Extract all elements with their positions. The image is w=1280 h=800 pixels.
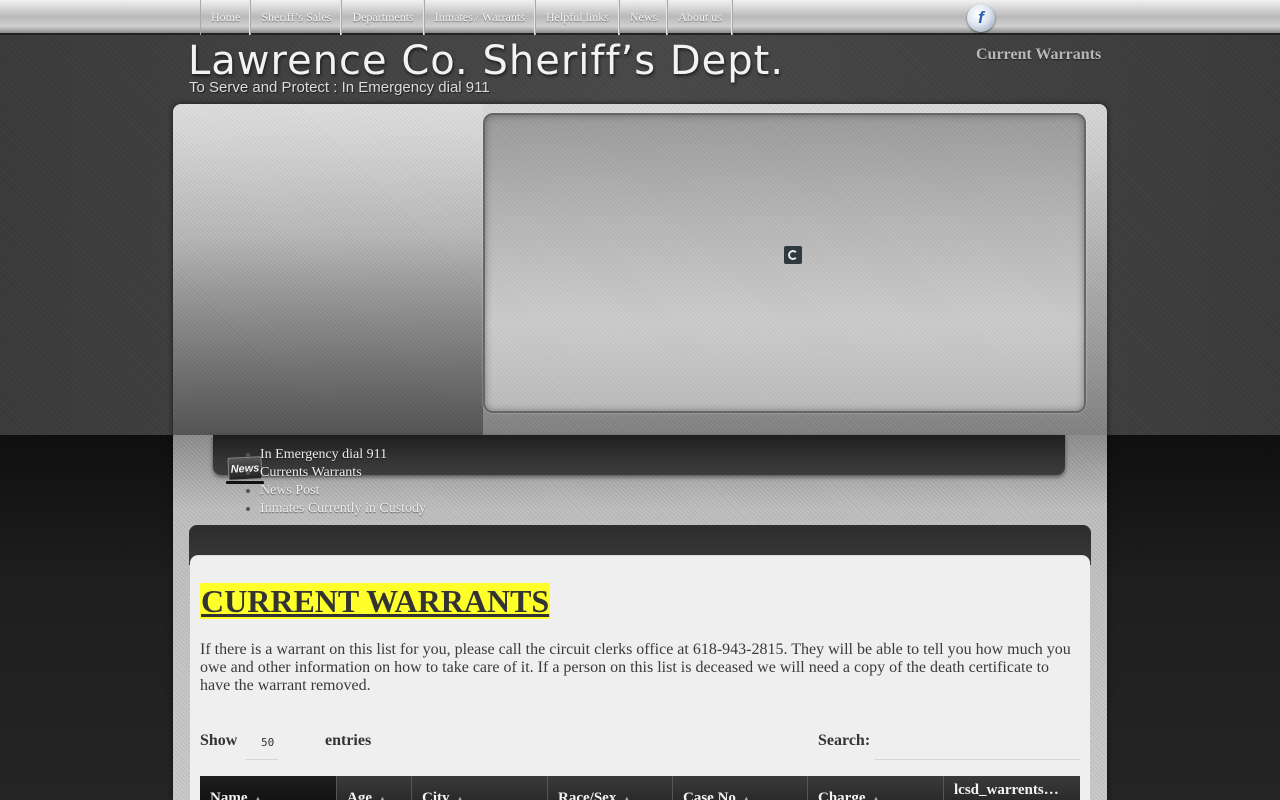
top-nav-bar: Home Sheriff’s Sales Departments Inmates… xyxy=(0,0,1280,35)
site-title[interactable]: Lawrence Co. Sheriff’s Dept. xyxy=(188,38,784,84)
news-item-warrants[interactable]: Currents Warrants xyxy=(260,464,426,482)
column-header-name[interactable]: Name ▲ xyxy=(200,776,337,800)
nav-item-inmates-warrants[interactable]: Inmates / Warrants xyxy=(425,0,536,35)
facebook-glyph: f xyxy=(978,8,984,27)
news-item-inmates[interactable]: Inmates Currently in Custody xyxy=(260,500,426,518)
frame-left-panel xyxy=(173,104,483,435)
entries-label: entries xyxy=(325,732,372,749)
warrant-notice: If there is a warrant on this list for y… xyxy=(200,641,1071,694)
spinner-icon xyxy=(784,246,802,264)
warrants-table-header: Name ▲ Age ▲ City ▲ Race/Sex ▲ Case No ▲ Char… xyxy=(200,776,1080,800)
sort-icon: ▲ xyxy=(622,794,632,800)
sort-icon: ▲ xyxy=(378,794,387,800)
nav-item-departments[interactable]: Departments xyxy=(342,0,425,35)
column-label: Charge xyxy=(818,790,866,800)
nav-item-helpful-links[interactable]: Helpful links xyxy=(536,0,620,35)
show-label: Show xyxy=(200,732,238,749)
column-header-city[interactable]: City ▲ xyxy=(412,776,548,800)
nav-item-sheriffs-sales[interactable]: Sheriff’s Sales xyxy=(251,0,343,35)
sort-asc-icon: ▲ xyxy=(253,794,263,800)
sort-icon: ▲ xyxy=(741,794,751,800)
sort-icon: ▲ xyxy=(455,794,465,800)
column-label: Case No xyxy=(683,790,736,800)
column-header-lcsd-warrents[interactable]: lcsd_warrents… xyxy=(944,776,1080,800)
column-label: Age xyxy=(347,790,372,800)
news-item-emergency[interactable]: In Emergency dial 911 xyxy=(260,446,426,464)
page-length-select[interactable]: 50 xyxy=(245,728,278,760)
nav-item-news[interactable]: News xyxy=(620,0,669,35)
news-list: In Emergency dial 911 Currents Warrants … xyxy=(260,446,426,518)
search-label: Search: xyxy=(818,732,871,749)
news-item-news-post[interactable]: News Post xyxy=(260,482,426,500)
page-title: CURRENT WARRANTS xyxy=(200,583,551,619)
search-input[interactable] xyxy=(875,728,1080,760)
column-label: City xyxy=(422,790,450,800)
current-warrants-link[interactable]: Current Warrants xyxy=(976,46,1101,64)
main-menu: Home Sheriff’s Sales Departments Inmates… xyxy=(200,0,733,35)
facebook-icon[interactable]: f xyxy=(967,4,995,32)
site-tagline: To Serve and Protect : In Emergency dial… xyxy=(189,79,490,96)
column-header-case-no[interactable]: Case No ▲ xyxy=(673,776,808,800)
sort-icon: ▲ xyxy=(871,794,881,800)
column-label: Name xyxy=(210,790,248,800)
column-header-age[interactable]: Age ▲ xyxy=(337,776,412,800)
column-label: lcsd_warrents… xyxy=(954,782,1059,798)
column-header-charge[interactable]: Charge ▲ xyxy=(808,776,944,800)
column-header-race-sex[interactable]: Race/Sex ▲ xyxy=(548,776,673,800)
column-label: Race/Sex xyxy=(558,790,617,800)
nav-item-home[interactable]: Home xyxy=(201,0,252,35)
nav-item-about-us[interactable]: About us xyxy=(668,0,733,35)
